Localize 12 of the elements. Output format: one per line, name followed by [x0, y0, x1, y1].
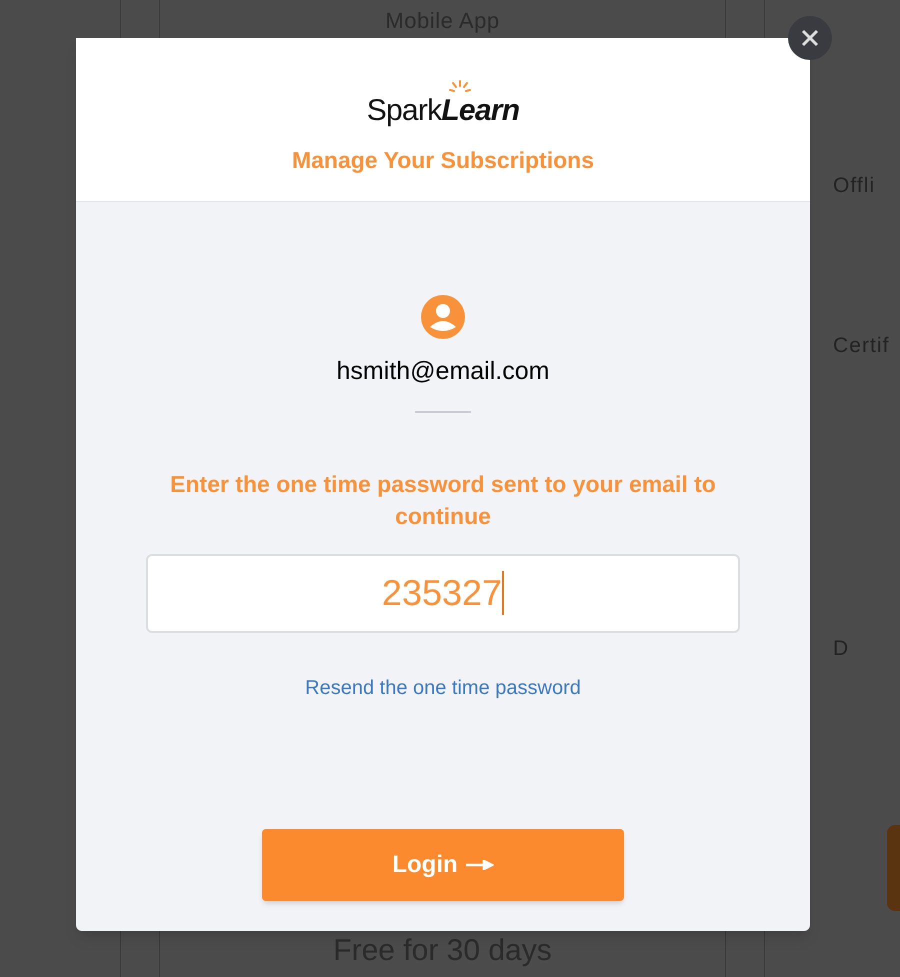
close-icon	[801, 29, 819, 47]
arrow-right-icon	[466, 860, 494, 870]
otp-input-field[interactable]: 235327	[146, 554, 740, 632]
user-avatar-icon	[421, 295, 465, 339]
instruction-text: Enter the one time password sent to your email to continue	[169, 470, 717, 530]
close-button[interactable]	[788, 16, 832, 60]
login-button[interactable]: Login	[262, 828, 624, 900]
logo: SparkLearn	[366, 94, 520, 127]
sparkle-icon	[448, 80, 471, 94]
resend-link[interactable]: Resend the one time password	[305, 672, 581, 702]
user-email: hsmith@email.com	[336, 356, 550, 387]
modal-title: Manage Your Subscriptions	[292, 146, 594, 175]
